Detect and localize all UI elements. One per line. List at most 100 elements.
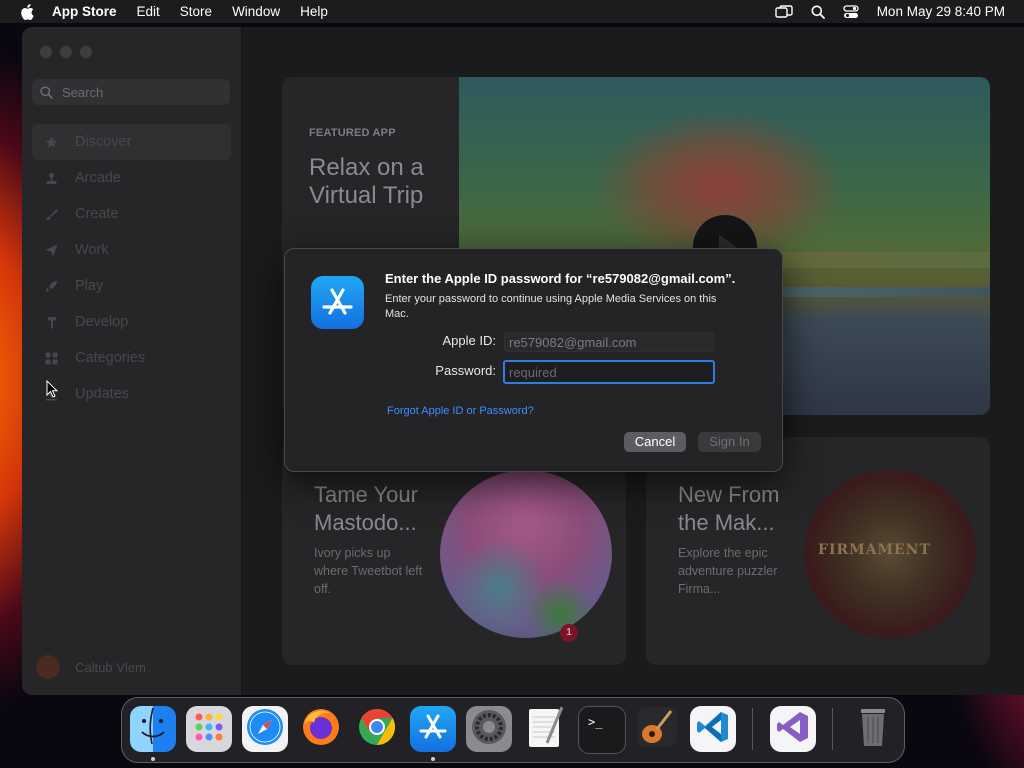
- card-title: Tame Your Mastodo...: [314, 482, 418, 535]
- dock-launchpad[interactable]: [186, 706, 232, 752]
- cancel-button[interactable]: Cancel: [624, 432, 686, 452]
- sidebar-item-label: Arcade: [75, 170, 121, 186]
- user-name: Caltub Vlem: [75, 659, 146, 675]
- svg-text:>_: >_: [588, 715, 603, 729]
- apple-logo-icon[interactable]: [18, 3, 35, 20]
- vscode-icon: [695, 709, 731, 750]
- control-center-icon[interactable]: [843, 4, 859, 19]
- terminal-prompt-icon: >_: [582, 708, 622, 753]
- dock-finder[interactable]: [130, 706, 176, 752]
- sidebar-item-work[interactable]: Work: [32, 232, 231, 268]
- menu-edit[interactable]: Edit: [137, 4, 160, 19]
- dock-safari[interactable]: [242, 706, 288, 752]
- sign-in-button[interactable]: Sign In: [698, 432, 761, 452]
- brush-icon: [44, 207, 58, 221]
- dock-terminal[interactable]: >_: [578, 706, 626, 754]
- dock-system-settings[interactable]: [466, 706, 512, 752]
- trash-icon: [853, 706, 893, 752]
- sidebar-item-label: Create: [75, 206, 119, 222]
- star-icon: [44, 135, 58, 149]
- search-placeholder: Search: [62, 84, 104, 100]
- running-indicator: [151, 757, 155, 761]
- guitar-icon: [635, 706, 679, 752]
- hammer-icon: [44, 315, 58, 329]
- sidebar-item-label: Discover: [75, 134, 132, 150]
- mouse-cursor-icon: [46, 379, 59, 404]
- dock-separator: [832, 708, 833, 750]
- dock-chrome[interactable]: [354, 706, 400, 752]
- zoom-window-button[interactable]: [80, 46, 92, 58]
- dialog-title: Enter the Apple ID password for “re57908…: [385, 271, 736, 286]
- avatar: [36, 655, 60, 679]
- finder-icon: [130, 706, 176, 752]
- menu-store[interactable]: Store: [180, 4, 212, 19]
- minimize-window-button[interactable]: [60, 46, 72, 58]
- sidebar-nav: Discover Arcade Create Work Play Develop: [32, 124, 231, 412]
- safari-compass-icon: [245, 707, 285, 752]
- sidebar-item-label: Work: [75, 242, 109, 258]
- sidebar-item-label: Updates: [75, 386, 130, 402]
- menu-app-name[interactable]: App Store: [52, 4, 117, 19]
- app-store-icon: [311, 276, 364, 329]
- menu-help[interactable]: Help: [300, 4, 328, 19]
- menu-clock[interactable]: Mon May 29 8:40 PM: [877, 4, 1005, 19]
- password-label: Password:: [435, 363, 496, 378]
- app-store-a-icon: [410, 706, 456, 752]
- dock-vscode[interactable]: [690, 706, 736, 752]
- sidebar-item-play[interactable]: Play: [32, 268, 231, 304]
- featured-label: FEATURED APP: [309, 127, 396, 139]
- menu-bar: App Store Edit Store Window Help Mon May…: [0, 0, 1024, 23]
- textedit-document-icon: [525, 706, 565, 752]
- search-field[interactable]: Search: [32, 79, 230, 105]
- password-field[interactable]: [503, 360, 715, 384]
- menu-window[interactable]: Window: [232, 4, 280, 19]
- firefox-icon: [300, 706, 342, 752]
- dock-app-store[interactable]: [410, 706, 456, 752]
- window-controls: [40, 46, 92, 58]
- sidebar-item-label: Develop: [75, 314, 129, 330]
- spotlight-search-icon[interactable]: [811, 5, 825, 19]
- dock-trash[interactable]: [850, 706, 896, 752]
- card-artwork-text: FIRMAMENT: [818, 542, 931, 558]
- apple-id-password-dialog: Enter the Apple ID password for “re57908…: [284, 248, 783, 472]
- dialog-message: Enter your password to continue using Ap…: [385, 293, 717, 320]
- gear-icon: [469, 707, 509, 752]
- search-icon: [40, 85, 53, 99]
- chrome-icon: [357, 707, 397, 752]
- joystick-icon: [44, 171, 58, 185]
- grid-icon: [44, 351, 58, 365]
- apple-id-label: Apple ID:: [442, 333, 496, 348]
- paper-plane-icon: [44, 243, 58, 257]
- notification-badge: 1: [560, 624, 578, 642]
- launchpad-grid-icon: [192, 710, 226, 749]
- sidebar-item-categories[interactable]: Categories: [32, 340, 231, 376]
- dock-separator: [752, 708, 753, 750]
- sidebar-item-discover[interactable]: Discover: [32, 124, 231, 160]
- card-artwork: [440, 470, 612, 638]
- card-description: Ivory picks up where Tweetbot left off.: [314, 546, 423, 596]
- sidebar-item-updates[interactable]: Updates: [32, 376, 231, 412]
- dock-visual-studio[interactable]: [770, 706, 816, 752]
- dock: >_: [121, 697, 905, 763]
- card-title: New From the Mak...: [678, 482, 780, 535]
- sidebar-item-label: Categories: [75, 350, 146, 366]
- rocket-icon: [44, 279, 58, 293]
- dock-firefox[interactable]: [298, 706, 344, 752]
- visual-studio-icon: [775, 709, 811, 750]
- password-input[interactable]: [509, 362, 713, 382]
- apple-id-field: re579082@gmail.com: [504, 332, 714, 352]
- sidebar-item-label: Play: [75, 278, 104, 294]
- sidebar: Search Discover Arcade Create Work Play: [22, 27, 242, 695]
- dock-garageband[interactable]: [634, 706, 680, 752]
- running-indicator: [431, 757, 435, 761]
- screen-mirroring-icon[interactable]: [774, 4, 793, 19]
- dock-textedit[interactable]: [522, 706, 568, 752]
- sidebar-item-arcade[interactable]: Arcade: [32, 160, 231, 196]
- account-button[interactable]: Caltub Vlem: [36, 655, 146, 679]
- card-description: Explore the epic adventure puzzler Firma…: [678, 546, 778, 596]
- sidebar-item-create[interactable]: Create: [32, 196, 231, 232]
- forgot-password-link[interactable]: Forgot Apple ID or Password?: [387, 405, 534, 417]
- close-window-button[interactable]: [40, 46, 52, 58]
- featured-title: Relax on a Virtual Trip: [309, 154, 424, 209]
- sidebar-item-develop[interactable]: Develop: [32, 304, 231, 340]
